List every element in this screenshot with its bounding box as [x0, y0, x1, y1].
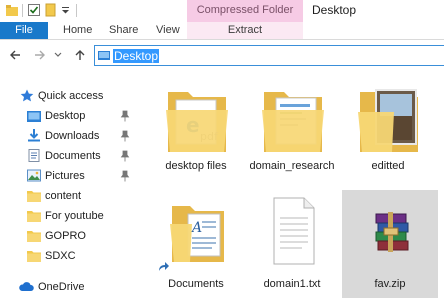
- tab-file[interactable]: File: [0, 22, 48, 39]
- file-item-name: editted: [371, 160, 405, 172]
- file-item-name: Documents: [168, 278, 224, 290]
- back-arrow-icon: [10, 50, 20, 60]
- ribbon-tabs: File Home Share View Extract: [0, 22, 444, 40]
- tab-home[interactable]: Home: [63, 22, 92, 39]
- desktop-folder-icon: [98, 51, 110, 60]
- file-item-name: domain1.txt: [263, 278, 321, 290]
- qat-divider: [22, 4, 23, 17]
- folder-icon: [262, 92, 324, 152]
- pin-icon[interactable]: [120, 110, 130, 122]
- address-bar[interactable]: Desktop: [94, 45, 444, 66]
- winrar-archive-icon: [375, 212, 409, 252]
- sidebar-item-label: Pictures: [45, 170, 85, 182]
- folder-icon: [27, 211, 41, 222]
- quick-access-label: Quick access: [38, 90, 104, 102]
- window-title: Desktop: [312, 3, 357, 17]
- file-item-name: domain_research: [249, 160, 335, 172]
- file-item-domain1-txt[interactable]: domain1.txt: [244, 190, 340, 298]
- title-bar: Compressed Folder Tools Desktop: [0, 0, 444, 36]
- file-item-desktop-files[interactable]: e pdf desktop files: [148, 80, 244, 188]
- forward-arrow-icon: [35, 50, 45, 60]
- sidebar-item-sdxc[interactable]: SDXC: [0, 246, 140, 266]
- up-button[interactable]: [71, 45, 89, 65]
- sidebar-item-label: GOPRO: [45, 230, 86, 242]
- chevron-down-icon: [54, 52, 62, 57]
- properties-check-icon[interactable]: [27, 3, 41, 17]
- documents-icon: [28, 149, 40, 162]
- sidebar-item-label: content: [45, 190, 82, 202]
- pin-icon[interactable]: [120, 150, 130, 162]
- folder-icon: [27, 231, 41, 242]
- sidebar-item-gopro[interactable]: GOPRO: [0, 226, 140, 246]
- navigation-bar: Desktop: [0, 41, 444, 69]
- folder-icon: [27, 191, 41, 202]
- pictures-icon: [27, 169, 41, 182]
- tab-share[interactable]: Share: [109, 22, 138, 39]
- desktop-folder-icon: [27, 111, 41, 122]
- new-folder-icon[interactable]: [44, 3, 58, 17]
- sidebar-item-onedrive[interactable]: OneDrive: [0, 277, 140, 297]
- sidebar-item-label: For youtube: [45, 210, 104, 222]
- recent-locations-button[interactable]: [52, 45, 64, 65]
- sidebar-item-for-youtube[interactable]: For youtube: [0, 206, 140, 226]
- file-item-name: desktop files: [165, 160, 227, 172]
- folder-icon: [27, 251, 41, 262]
- up-arrow-icon: [75, 50, 85, 60]
- onedrive-label: OneDrive: [38, 281, 85, 293]
- sidebar-item-content[interactable]: content: [0, 186, 140, 206]
- address-path[interactable]: Desktop: [113, 49, 160, 63]
- sidebar-item-label: Downloads: [45, 130, 100, 142]
- sidebar-item-label: Desktop: [45, 110, 86, 122]
- qat-divider: [76, 4, 77, 17]
- file-item-domain-research[interactable]: domain_research: [244, 80, 340, 188]
- star-icon: [20, 89, 34, 102]
- folder-icon: [358, 89, 418, 152]
- forward-button[interactable]: [31, 45, 49, 65]
- file-item-editted[interactable]: editted: [340, 80, 436, 188]
- navigation-pane: Quick access Desktop Downloads Documents…: [0, 80, 140, 299]
- cloud-icon: [19, 282, 34, 291]
- file-item-documents-shortcut[interactable]: A Documents: [148, 190, 244, 298]
- sidebar-item-documents[interactable]: Documents: [0, 146, 140, 166]
- tab-extract[interactable]: Extract: [187, 22, 303, 39]
- sidebar-item-pictures[interactable]: Pictures: [0, 166, 140, 186]
- pin-icon[interactable]: [120, 170, 130, 182]
- documents-folder-icon: A: [170, 206, 224, 262]
- downloads-icon: [28, 129, 40, 142]
- explorer-app-icon: [6, 5, 18, 16]
- svg-text:A: A: [190, 220, 202, 236]
- sidebar-item-label: SDXC: [45, 250, 76, 262]
- file-view: e pdf desktop files domain_research edit…: [140, 80, 444, 299]
- contextual-tab-group-header: Compressed Folder Tools: [187, 0, 303, 36]
- sidebar-item-desktop[interactable]: Desktop: [0, 106, 140, 126]
- pin-icon[interactable]: [120, 130, 130, 142]
- shortcut-arrow-icon: [156, 260, 170, 274]
- file-item-fav-zip[interactable]: fav.zip: [342, 190, 438, 298]
- text-file-icon: [273, 197, 315, 265]
- tab-view[interactable]: View: [156, 22, 180, 39]
- folder-icon: e pdf: [166, 92, 228, 152]
- sidebar-item-downloads[interactable]: Downloads: [0, 126, 140, 146]
- qat-dropdown-icon[interactable]: [59, 3, 73, 17]
- back-button[interactable]: [6, 45, 24, 65]
- sidebar-item-label: Documents: [45, 150, 101, 162]
- quick-access-item[interactable]: Quick access: [0, 86, 140, 106]
- file-item-name: fav.zip: [374, 278, 406, 290]
